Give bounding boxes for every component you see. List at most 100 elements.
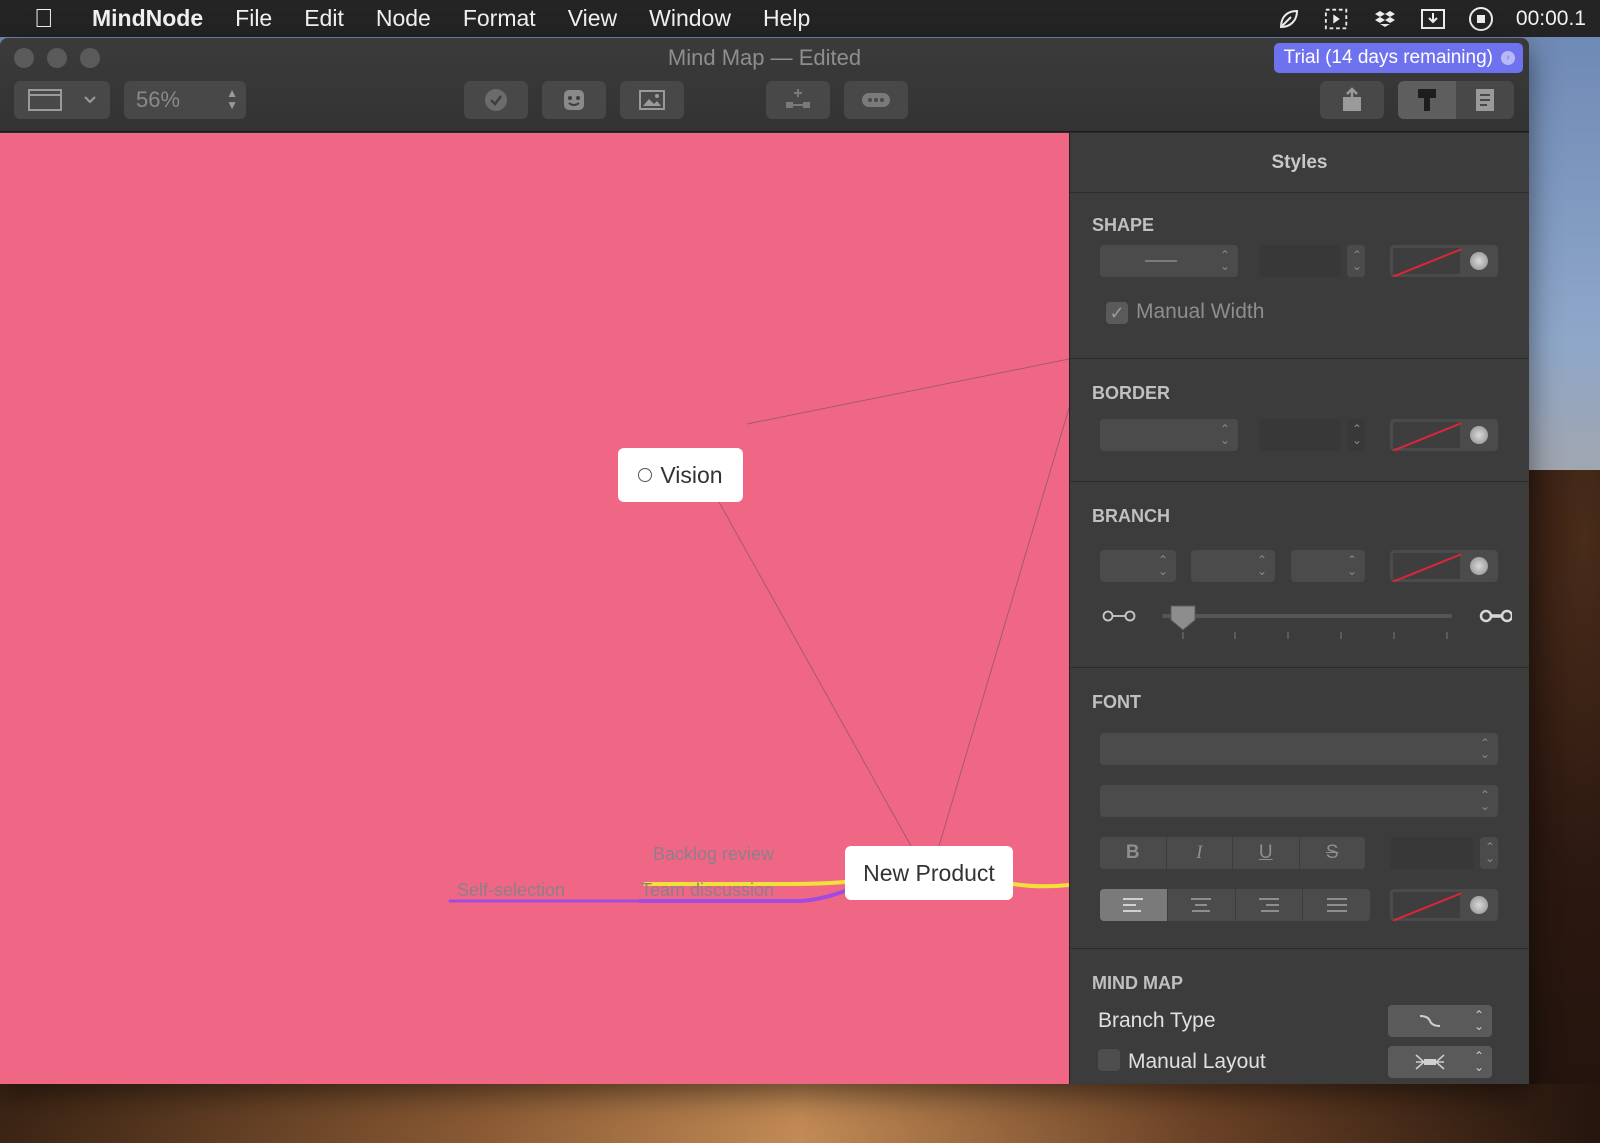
apple-menu-icon[interactable]:  — [34, 3, 74, 34]
styles-inspector-button[interactable] — [1398, 81, 1456, 119]
border-width-stepper[interactable]: ⌃ ⌄ — [1347, 419, 1365, 451]
node-bubble-icon — [862, 93, 890, 107]
zoom-stepper-icon[interactable]: ▲ ▼ — [226, 87, 238, 111]
menu-format[interactable]: Format — [463, 5, 536, 32]
color-swatch — [1393, 422, 1460, 448]
manual-layout-checkbox[interactable] — [1098, 1049, 1120, 1071]
branch-style-popup[interactable]: ⌃ ⌄ — [1100, 550, 1176, 582]
stop-recording-icon[interactable] — [1468, 6, 1494, 32]
connection-vision-offscreen — [746, 358, 1069, 425]
branch-offscreen-line — [1011, 882, 1069, 889]
menu-window[interactable]: Window — [649, 5, 731, 32]
shape-type-popup[interactable]: ⌃ ⌄ — [1100, 245, 1238, 277]
mind-map-canvas[interactable]: Vision New Product Backlog review Team d… — [0, 133, 1069, 1084]
mind-map-section: MIND MAP Branch Type ⌃ ⌄ Manual Layout ⌃ ⌄ — [1070, 949, 1529, 1084]
dropbox-icon[interactable] — [1372, 6, 1398, 32]
paint-brush-icon — [1418, 89, 1436, 111]
layout-direction-popup[interactable]: ⌃ ⌄ — [1388, 1046, 1492, 1078]
color-wheel-icon — [1470, 252, 1488, 270]
font-section: FONT ⌃ ⌄ ⌃ ⌄ B I U S ⌃ ⌄ — [1070, 668, 1529, 949]
menu-edit[interactable]: Edit — [304, 5, 344, 32]
node-new-product[interactable]: New Product — [845, 846, 1013, 900]
desktop-wallpaper-bottom — [0, 1084, 1600, 1143]
align-right-button[interactable] — [1236, 889, 1304, 921]
popup-arrows-icon: ⌃ ⌄ — [1479, 788, 1490, 813]
view-mode-button[interactable] — [14, 81, 110, 119]
zoom-field[interactable]: 56% ▲ ▼ — [124, 81, 246, 119]
align-left-icon — [1123, 898, 1144, 912]
slider-thumb — [1170, 605, 1196, 631]
add-node-button[interactable] — [844, 81, 908, 119]
screen-capture-icon[interactable] — [1324, 6, 1350, 32]
menu-file[interactable]: File — [235, 5, 272, 32]
menu-app-name[interactable]: MindNode — [92, 5, 203, 32]
font-style-popup[interactable]: ⌃ ⌄ — [1100, 785, 1498, 817]
image-button[interactable] — [620, 81, 684, 119]
font-section-title: FONT — [1092, 692, 1141, 712]
add-subnode-button[interactable] — [766, 81, 830, 119]
border-section: BORDER ⌃ ⌄ ⌃ ⌄ — [1070, 359, 1529, 482]
branch-backlog-review[interactable]: Backlog review — [653, 844, 774, 865]
curved-branch-icon — [1419, 1015, 1441, 1027]
menu-view[interactable]: View — [568, 5, 617, 32]
branch-type-popup[interactable]: ⌃ ⌄ — [1388, 1005, 1492, 1037]
notes-inspector-button[interactable] — [1456, 81, 1514, 119]
thick-branch-icon — [1479, 609, 1512, 623]
trial-badge[interactable]: Trial (14 days remaining) › — [1273, 43, 1523, 73]
align-left-button[interactable] — [1100, 889, 1168, 921]
font-color-well[interactable] — [1390, 889, 1498, 921]
task-checkbox-icon[interactable] — [638, 468, 653, 482]
underline-button[interactable]: U — [1233, 837, 1300, 869]
sticker-button[interactable] — [542, 81, 606, 119]
node-vision[interactable]: Vision — [618, 448, 743, 502]
branch-color-well[interactable] — [1390, 550, 1498, 582]
share-button[interactable] — [1320, 81, 1384, 119]
connections-layer — [448, 358, 1069, 903]
strikethrough-button[interactable]: S — [1300, 837, 1366, 869]
slider-ticks — [1182, 632, 1448, 639]
menu-help[interactable]: Help — [763, 5, 810, 32]
border-width-field[interactable] — [1259, 419, 1341, 451]
manual-width-label: Manual Width — [1136, 300, 1265, 323]
shape-section-title: SHAPE — [1092, 215, 1155, 235]
align-justify-button[interactable] — [1303, 889, 1370, 921]
font-style-segmented: B I U S — [1100, 837, 1365, 869]
branch-type-label: Branch Type — [1098, 1009, 1216, 1032]
popup-arrows-icon: ⌃ ⌄ — [1479, 736, 1490, 761]
image-icon — [639, 90, 665, 110]
font-size-field[interactable] — [1390, 837, 1474, 869]
color-wheel-icon — [1470, 426, 1488, 444]
shape-color-well[interactable] — [1390, 245, 1498, 277]
border-type-popup[interactable]: ⌃ ⌄ — [1100, 419, 1238, 451]
branch-width-popup[interactable]: ⌃ ⌄ — [1191, 550, 1275, 582]
border-color-well[interactable] — [1390, 419, 1498, 451]
checkmark-circle-icon — [485, 89, 507, 111]
download-tray-icon[interactable] — [1420, 6, 1446, 32]
both-sides-layout-icon — [1415, 1054, 1445, 1070]
branch-team-discussion[interactable]: Team discussion — [641, 880, 774, 901]
stepper-icon: ⌃ ⌄ — [1351, 248, 1362, 273]
italic-button[interactable]: I — [1167, 837, 1233, 869]
font-family-popup[interactable]: ⌃ ⌄ — [1100, 733, 1498, 765]
align-center-button[interactable] — [1168, 889, 1236, 921]
branch-self-selection[interactable]: Self-selection — [457, 880, 565, 901]
thin-branch-icon — [1102, 610, 1136, 622]
title-bar: Mind Map — Edited Trial (14 days remaini… — [0, 38, 1529, 132]
shape-width-stepper[interactable]: ⌃ ⌄ — [1347, 245, 1365, 277]
inspector-title: Styles — [1070, 133, 1529, 193]
stepper-icon: ⌃ ⌄ — [1351, 422, 1362, 447]
color-wheel-icon — [1470, 896, 1488, 914]
branch-line-popup[interactable]: ⌃ ⌄ — [1291, 550, 1365, 582]
shape-width-field[interactable] — [1259, 245, 1341, 277]
leaf-icon[interactable] — [1276, 6, 1302, 32]
recording-timer: 00:00.1 — [1515, 6, 1586, 30]
bold-button[interactable]: B — [1100, 837, 1167, 869]
mind-map-section-title: MIND MAP — [1092, 973, 1183, 993]
menu-bar:  MindNode File Edit Node Format View Wi… — [0, 0, 1600, 37]
font-size-stepper[interactable]: ⌃ ⌄ — [1480, 837, 1498, 869]
manual-width-checkbox[interactable]: ✓ — [1106, 302, 1128, 324]
branch-thickness-slider[interactable] — [1102, 602, 1512, 650]
menu-node[interactable]: Node — [376, 5, 431, 32]
connection-product-offscreen — [938, 407, 1069, 847]
task-button[interactable] — [464, 81, 528, 119]
